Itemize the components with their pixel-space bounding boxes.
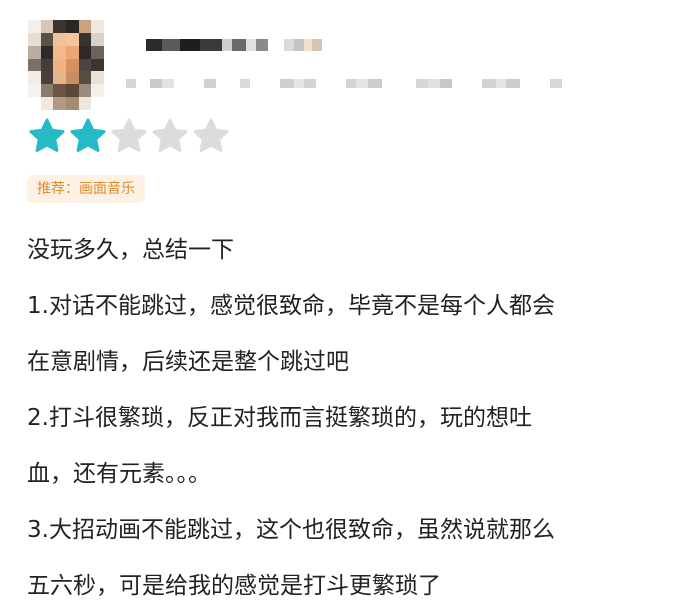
user-avatar[interactable] xyxy=(28,20,104,110)
meta-redacted xyxy=(126,76,562,90)
review-line: 3.大招动画不能跳过，这个也很致命，虽然说就那么 xyxy=(27,517,555,543)
recommend-tag: 推荐：画面音乐 xyxy=(27,175,145,203)
review-line: 1.对话不能跳过，感觉很致命，毕竟不是每个人都会 xyxy=(27,293,555,319)
username-redacted[interactable] xyxy=(146,34,322,56)
star-rating xyxy=(28,117,230,155)
review-line: 在意剧情，后续还是整个跳过吧 xyxy=(27,349,349,375)
star-filled-icon xyxy=(70,118,106,152)
recommend-tag-label: 推荐：画面音乐 xyxy=(37,181,135,197)
star-empty-icon xyxy=(152,118,188,152)
review-text: 没玩多久，总结一下 1.对话不能跳过，感觉很致命，毕竟不是每个人都会 在意剧情，… xyxy=(27,222,687,614)
star-empty-icon xyxy=(111,118,147,152)
review-line: 五六秒，可是给我的感觉是打斗更繁琐了 xyxy=(27,573,441,599)
review-line: 没玩多久，总结一下 xyxy=(27,237,234,263)
review-line: 血，还有元素。。。 xyxy=(27,461,211,487)
star-empty-icon xyxy=(193,118,229,152)
review-line: 2.打斗很繁琐，反正对我而言挺繁琐的，玩的想吐 xyxy=(27,405,532,431)
star-filled-icon xyxy=(29,118,65,152)
